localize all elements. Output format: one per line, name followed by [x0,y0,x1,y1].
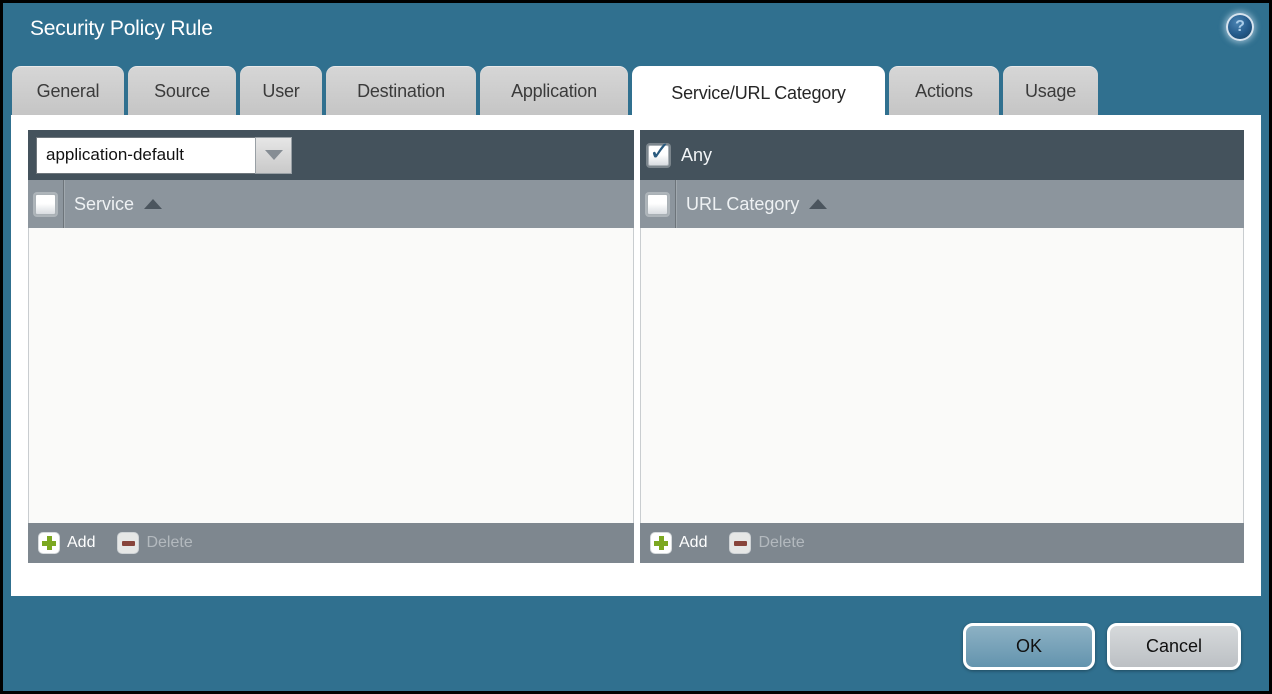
sort-ascending-icon [144,199,162,209]
url-category-panel: ✓ Any URL Category Add [640,130,1244,563]
url-category-column-label[interactable]: URL Category [676,180,827,228]
dialog-title: Security Policy Rule [30,17,213,41]
tab-destination[interactable]: Destination [326,66,476,115]
url-category-add-button[interactable]: Add [650,532,707,554]
any-checkbox[interactable]: ✓ [648,145,669,166]
url-category-column-header: URL Category [640,180,1244,228]
add-icon [650,532,672,554]
tab-source[interactable]: Source [128,66,236,115]
service-type-dropdown-button[interactable] [255,137,292,174]
url-category-select-all-checkbox[interactable] [647,194,668,215]
tab-general[interactable]: General [12,66,124,115]
sort-ascending-icon [809,199,827,209]
delete-icon [729,532,751,554]
tab-user[interactable]: User [240,66,322,115]
url-category-column-title: URL Category [686,194,799,215]
service-panel: Service Add Delete [28,130,634,563]
tab-usage[interactable]: Usage [1003,66,1098,115]
service-toolbar [28,130,634,180]
tab-bar: General Source User Destination Applicat… [12,66,1098,119]
security-policy-rule-dialog: Security Policy Rule ? General Source Us… [0,0,1272,694]
service-add-button[interactable]: Add [38,532,95,554]
tab-service-url-category[interactable]: Service/URL Category [632,66,885,119]
service-column-label[interactable]: Service [64,180,162,228]
chevron-down-icon [265,150,283,160]
checkmark-icon: ✓ [649,138,671,164]
service-delete-label: Delete [146,534,192,552]
url-category-table-body[interactable] [640,228,1244,523]
any-label: Any [681,145,712,166]
tab-actions[interactable]: Actions [889,66,999,115]
add-icon [38,532,60,554]
service-add-label: Add [67,534,95,552]
delete-icon [117,532,139,554]
tab-application[interactable]: Application [480,66,628,115]
service-type-input[interactable] [36,137,255,174]
service-column-title: Service [74,194,134,215]
service-delete-button[interactable]: Delete [117,532,192,554]
ok-button[interactable]: OK [963,623,1095,670]
cancel-button[interactable]: Cancel [1107,623,1241,670]
service-select-all-cell [28,180,64,228]
url-category-add-label: Add [679,534,707,552]
service-select-all-checkbox[interactable] [35,194,56,215]
service-column-header: Service [28,180,634,228]
url-category-select-all-cell [640,180,676,228]
help-icon[interactable]: ? [1226,13,1254,41]
url-category-delete-button[interactable]: Delete [729,532,804,554]
url-category-footer: Add Delete [640,523,1244,563]
url-category-toolbar: ✓ Any [640,130,1244,180]
service-type-dropdown [36,137,292,174]
url-category-delete-label: Delete [758,534,804,552]
service-table-body[interactable] [28,228,634,523]
service-footer: Add Delete [28,523,634,563]
